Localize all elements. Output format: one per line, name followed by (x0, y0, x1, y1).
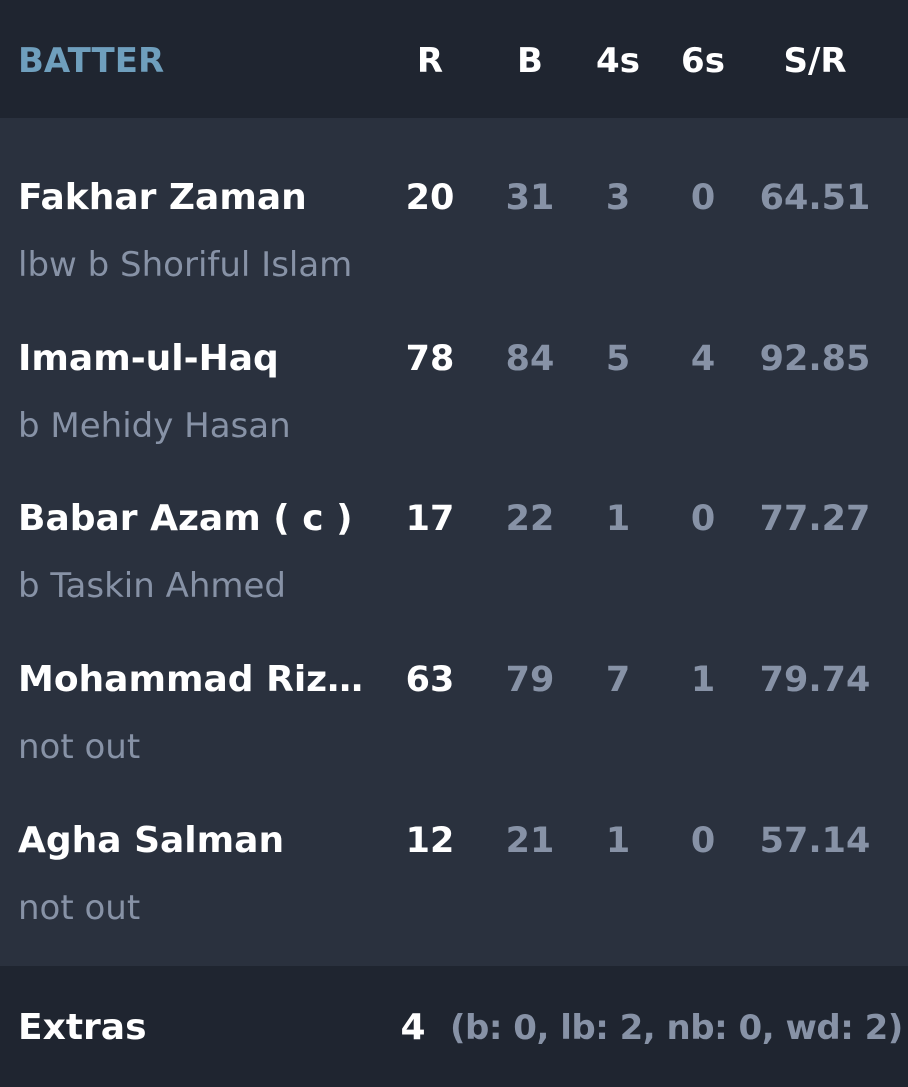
balls-value: 31 (505, 178, 555, 218)
sixes-column-header: 6s (681, 41, 725, 81)
extras-breakdown: (b: 0, lb: 2, nb: 0, wd: 2) (450, 1008, 903, 1048)
fours-value: 1 (605, 821, 631, 861)
batter-name[interactable]: Agha Salman (18, 817, 378, 865)
strike-rate-value: 92.85 (759, 339, 871, 379)
batting-scorecard: BATTER R B 4s 6s S/R Fakhar Zaman lbw b … (0, 0, 908, 1087)
scorecard-header: BATTER R B 4s 6s S/R (0, 0, 908, 118)
fours-column-header: 4s (596, 41, 640, 81)
fours-value: 7 (605, 660, 631, 700)
batter-name[interactable]: Fakhar Zaman (18, 174, 378, 222)
runs-column-header: R (416, 41, 444, 81)
runs-value: 78 (405, 339, 455, 379)
dismissal-info: not out (18, 888, 141, 928)
dismissal-info: b Taskin Ahmed (18, 566, 286, 606)
runs-value: 17 (405, 499, 455, 539)
strike-rate-value: 64.51 (759, 178, 871, 218)
runs-value: 12 (405, 821, 455, 861)
sixes-value: 4 (690, 339, 716, 379)
dismissal-info: b Mehidy Hasan (18, 406, 291, 446)
dismissal-info: not out (18, 727, 141, 767)
balls-column-header: B (517, 41, 543, 81)
fours-value: 1 (605, 499, 631, 539)
balls-value: 21 (505, 821, 555, 861)
strike-rate-column-header: S/R (783, 41, 847, 81)
extras-total: 4 (400, 1007, 426, 1048)
extras-label: Extras (18, 1007, 147, 1048)
batter-row[interactable]: Fakhar Zaman lbw b Shoriful Islam 20 31 … (0, 142, 908, 303)
batter-name[interactable]: Babar Azam ( c ) (18, 495, 378, 543)
balls-value: 22 (505, 499, 555, 539)
sixes-value: 0 (690, 499, 716, 539)
sixes-value: 0 (690, 178, 716, 218)
fours-value: 3 (605, 178, 631, 218)
runs-value: 63 (405, 660, 455, 700)
batter-name[interactable]: Mohammad Rizwa... (18, 656, 378, 704)
sixes-value: 1 (690, 660, 716, 700)
batter-row[interactable]: Babar Azam ( c ) b Taskin Ahmed 17 22 1 … (0, 463, 908, 624)
dismissal-info: lbw b Shoriful Islam (18, 245, 353, 285)
balls-value: 84 (505, 339, 555, 379)
batter-column-header: BATTER (18, 41, 165, 81)
strike-rate-value: 57.14 (759, 821, 871, 861)
batter-name[interactable]: Imam-ul-Haq (18, 335, 378, 383)
runs-value: 20 (405, 178, 455, 218)
fours-value: 5 (605, 339, 631, 379)
balls-value: 79 (505, 660, 555, 700)
batter-row[interactable]: Imam-ul-Haq b Mehidy Hasan 78 84 5 4 92.… (0, 303, 908, 464)
sixes-value: 0 (690, 821, 716, 861)
extras-row: Extras 4 (b: 0, lb: 2, nb: 0, wd: 2) (0, 966, 908, 1087)
batter-row[interactable]: Agha Salman not out 12 21 1 0 57.14 (0, 785, 908, 946)
strike-rate-value: 79.74 (759, 660, 871, 700)
batter-row[interactable]: Mohammad Rizwa... not out 63 79 7 1 79.7… (0, 624, 908, 785)
strike-rate-value: 77.27 (759, 499, 871, 539)
